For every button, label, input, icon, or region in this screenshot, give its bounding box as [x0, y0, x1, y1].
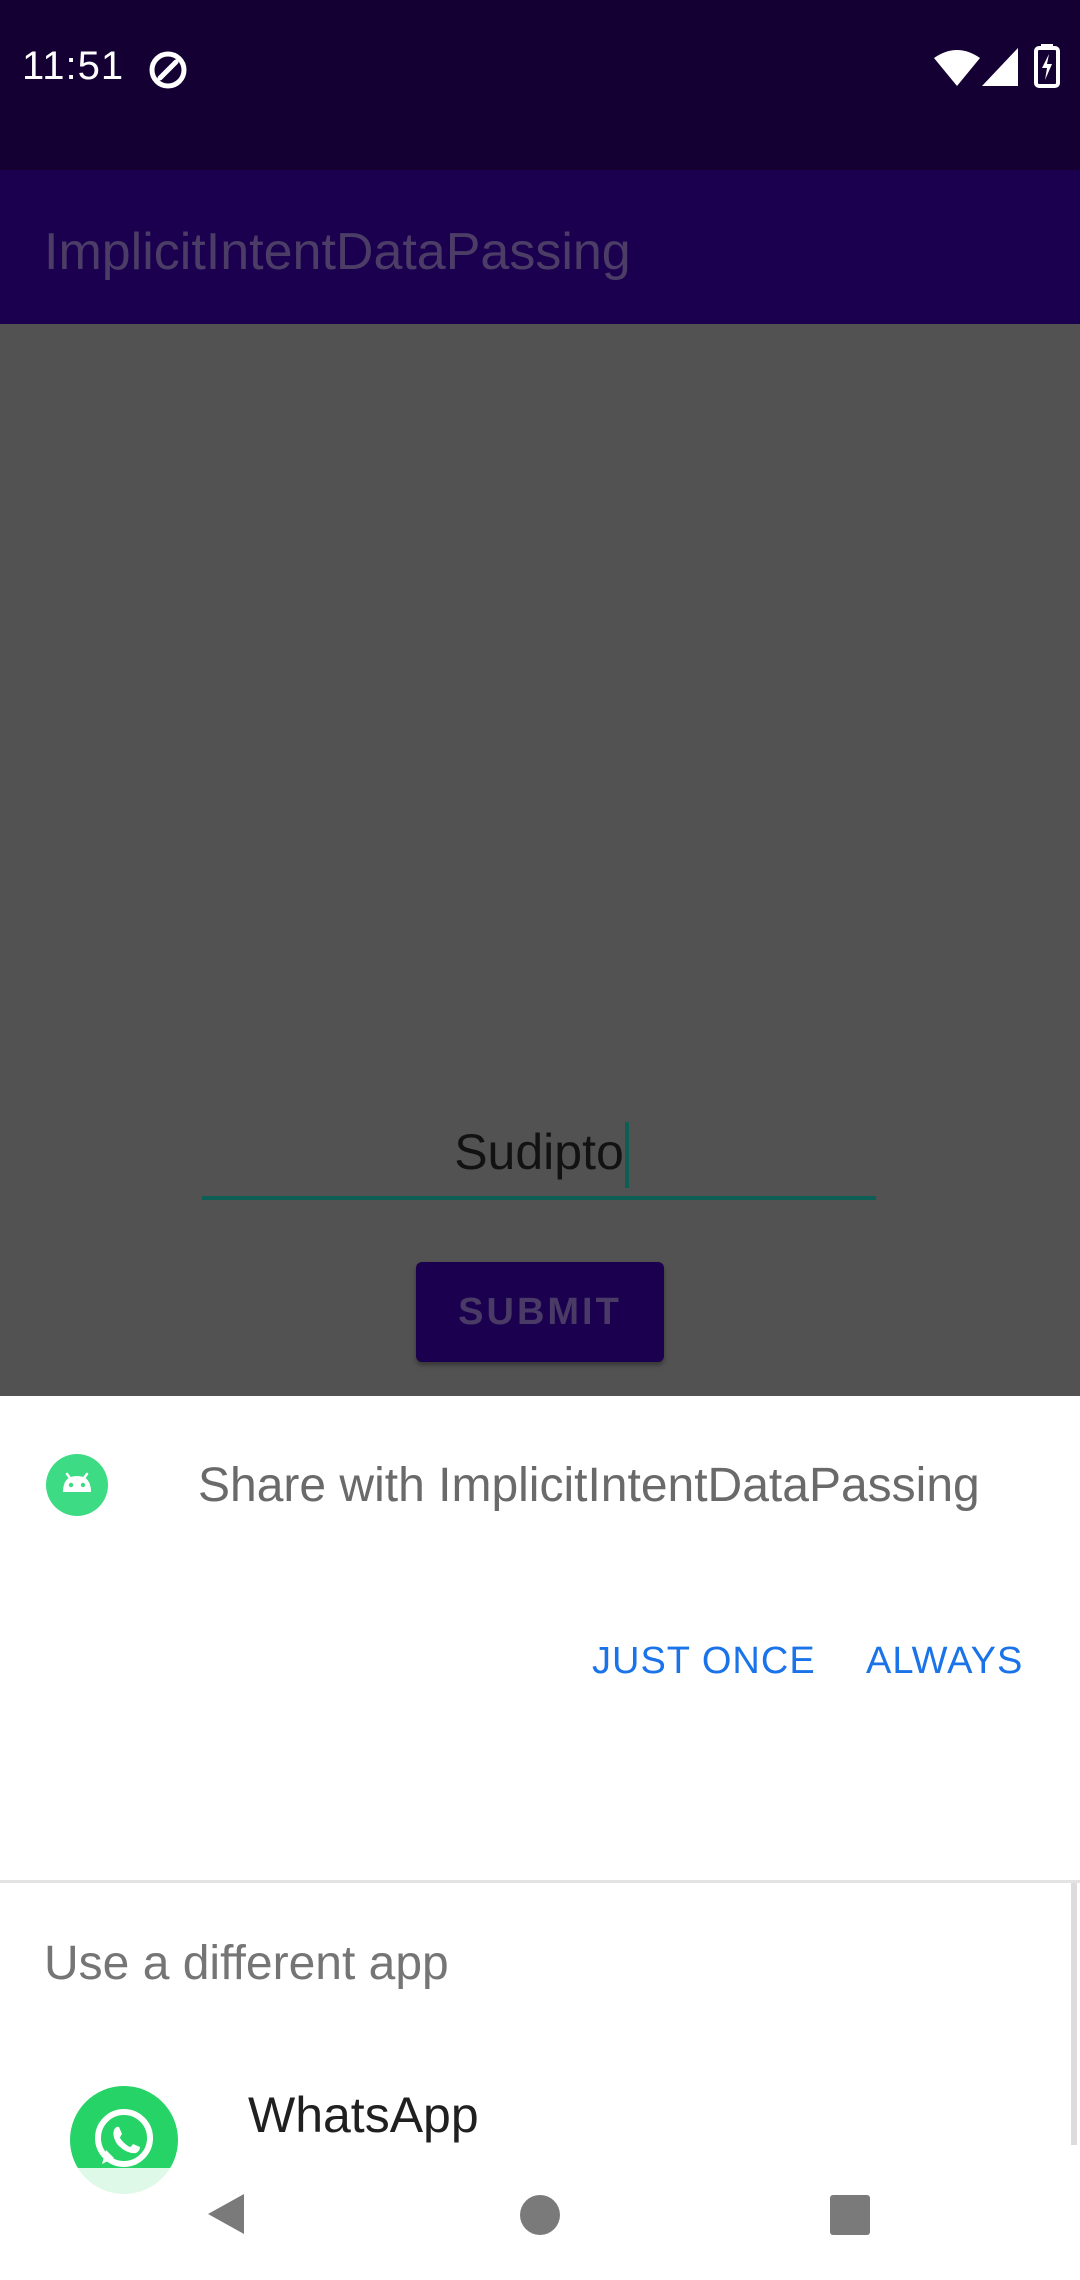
screen: 11:51 ImplicitIntentDataPassing SUBMIT S… — [0, 0, 1080, 2280]
status-bar: 11:51 — [0, 0, 1080, 170]
share-title: Share with ImplicitIntentDataPassing — [198, 1459, 980, 1512]
wifi-icon — [934, 50, 980, 86]
status-time: 11:51 — [22, 44, 125, 88]
submit-button[interactable]: SUBMIT — [416, 1262, 664, 1362]
battery-charging-icon — [1034, 44, 1060, 88]
name-input[interactable] — [202, 1108, 876, 1200]
whatsapp-app-item[interactable]: WhatsApp — [248, 2086, 479, 2144]
use-different-app-heading: Use a different app — [44, 1937, 449, 1990]
signal-icon — [982, 48, 1018, 86]
recents-icon[interactable] — [828, 2193, 872, 2237]
android-app-icon — [46, 1454, 108, 1516]
app-title: ImplicitIntentDataPassing — [44, 223, 631, 281]
divider — [0, 1880, 1080, 1883]
just-once-button[interactable]: JUST ONCE — [592, 1640, 816, 1683]
scrollbar[interactable] — [1071, 1883, 1077, 2145]
back-icon[interactable] — [204, 2190, 248, 2238]
home-icon[interactable] — [518, 2193, 562, 2237]
always-button[interactable]: ALWAYS — [866, 1640, 1023, 1683]
text-cursor — [625, 1122, 629, 1188]
sync-icon — [149, 51, 187, 89]
